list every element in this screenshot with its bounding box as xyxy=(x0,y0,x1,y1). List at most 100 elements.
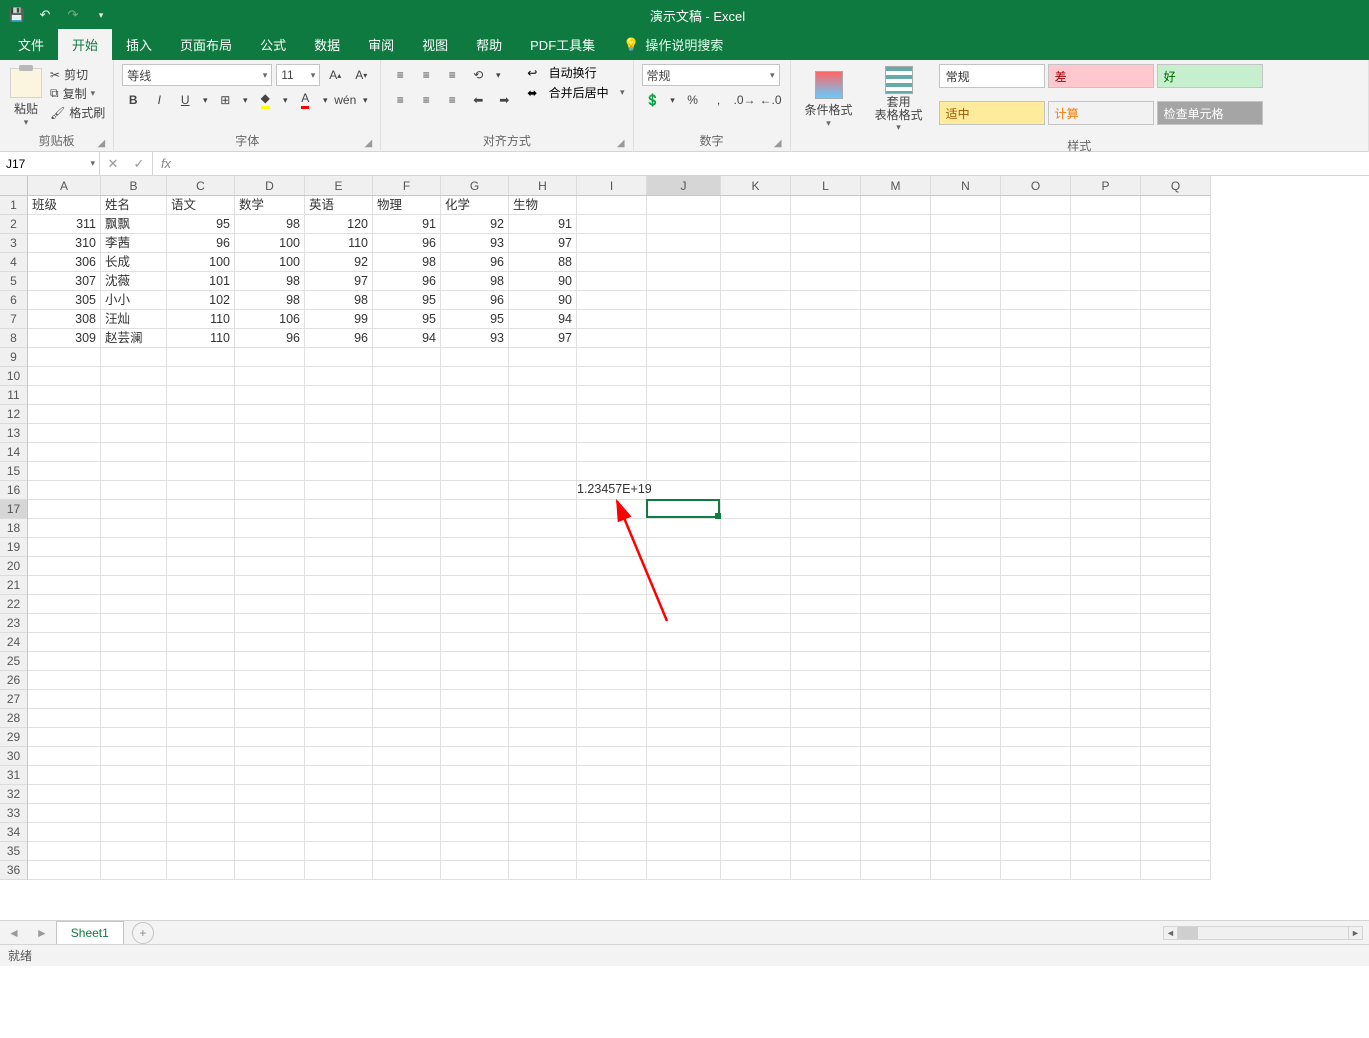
cell[interactable] xyxy=(791,519,861,538)
row-header[interactable]: 8 xyxy=(0,329,27,348)
launcher-icon[interactable]: ◢ xyxy=(774,138,782,149)
cell[interactable] xyxy=(861,633,931,652)
cell[interactable] xyxy=(441,367,509,386)
cell[interactable] xyxy=(647,462,721,481)
cell[interactable] xyxy=(931,652,1001,671)
cell[interactable] xyxy=(441,709,509,728)
cell[interactable]: 95 xyxy=(441,310,509,329)
cell[interactable] xyxy=(1141,500,1211,519)
cell[interactable] xyxy=(861,405,931,424)
cell[interactable] xyxy=(1001,196,1071,215)
cell[interactable] xyxy=(373,842,441,861)
cell[interactable] xyxy=(1071,766,1141,785)
cell[interactable] xyxy=(577,253,647,272)
sheet-nav-next-icon[interactable]: ► xyxy=(28,926,56,940)
cell[interactable] xyxy=(509,348,577,367)
cell[interactable]: 100 xyxy=(235,253,305,272)
cell[interactable] xyxy=(167,785,235,804)
cell[interactable]: 310 xyxy=(28,234,101,253)
row-header[interactable]: 21 xyxy=(0,576,27,595)
cell[interactable] xyxy=(721,272,791,291)
cell[interactable] xyxy=(1141,576,1211,595)
tab-data[interactable]: 数据 xyxy=(300,29,354,60)
cell[interactable] xyxy=(721,823,791,842)
cell[interactable] xyxy=(1141,709,1211,728)
row-header[interactable]: 33 xyxy=(0,804,27,823)
cell[interactable] xyxy=(167,500,235,519)
cell[interactable] xyxy=(647,481,721,500)
style-bad[interactable]: 差 xyxy=(1048,64,1154,88)
cell[interactable] xyxy=(1001,633,1071,652)
cell[interactable] xyxy=(577,386,647,405)
cell[interactable] xyxy=(28,747,101,766)
cell[interactable] xyxy=(101,614,167,633)
cell[interactable] xyxy=(1071,709,1141,728)
cell[interactable] xyxy=(861,861,931,880)
cell[interactable] xyxy=(305,709,373,728)
cell[interactable] xyxy=(931,234,1001,253)
cell[interactable] xyxy=(721,215,791,234)
cell[interactable] xyxy=(1071,215,1141,234)
cell[interactable] xyxy=(305,823,373,842)
row-header[interactable]: 25 xyxy=(0,652,27,671)
cell[interactable] xyxy=(167,709,235,728)
row-header[interactable]: 1 xyxy=(0,196,27,215)
cell[interactable] xyxy=(1071,519,1141,538)
cell[interactable] xyxy=(721,804,791,823)
cell[interactable] xyxy=(861,500,931,519)
cell[interactable] xyxy=(509,443,577,462)
cell[interactable] xyxy=(791,728,861,747)
cell[interactable] xyxy=(509,861,577,880)
cell[interactable] xyxy=(931,462,1001,481)
redo-icon[interactable]: ↷ xyxy=(62,4,84,26)
cell[interactable] xyxy=(861,652,931,671)
cell[interactable] xyxy=(1001,272,1071,291)
cell[interactable] xyxy=(1001,690,1071,709)
cell[interactable] xyxy=(791,196,861,215)
cell[interactable] xyxy=(101,785,167,804)
cell[interactable]: 95 xyxy=(373,291,441,310)
style-normal[interactable]: 常规 xyxy=(939,64,1045,88)
cell[interactable] xyxy=(373,861,441,880)
cell[interactable]: 306 xyxy=(28,253,101,272)
cell[interactable] xyxy=(1001,557,1071,576)
cell[interactable] xyxy=(167,595,235,614)
cell[interactable] xyxy=(861,823,931,842)
cell[interactable] xyxy=(305,671,373,690)
cell[interactable]: 96 xyxy=(167,234,235,253)
cell[interactable] xyxy=(791,595,861,614)
cell[interactable] xyxy=(577,443,647,462)
cell[interactable] xyxy=(235,538,305,557)
select-all-corner[interactable] xyxy=(0,176,28,196)
cell[interactable] xyxy=(791,576,861,595)
cell[interactable] xyxy=(721,633,791,652)
col-header[interactable]: E xyxy=(305,176,373,195)
cell[interactable] xyxy=(441,766,509,785)
cell[interactable] xyxy=(373,785,441,804)
cell[interactable] xyxy=(235,367,305,386)
cell[interactable] xyxy=(235,671,305,690)
cell[interactable] xyxy=(101,367,167,386)
cell[interactable] xyxy=(721,538,791,557)
cell[interactable] xyxy=(509,823,577,842)
bold-button[interactable]: B xyxy=(122,89,144,111)
cell[interactable] xyxy=(509,576,577,595)
orientation-caret[interactable]: ▾ xyxy=(493,64,503,86)
cell[interactable] xyxy=(931,424,1001,443)
style-good[interactable]: 好 xyxy=(1157,64,1263,88)
cell[interactable] xyxy=(373,424,441,443)
cell[interactable]: 96 xyxy=(235,329,305,348)
cell[interactable] xyxy=(441,595,509,614)
cell[interactable] xyxy=(791,215,861,234)
cell[interactable] xyxy=(861,766,931,785)
cell[interactable] xyxy=(373,576,441,595)
cell[interactable] xyxy=(1071,291,1141,310)
cell[interactable] xyxy=(1141,272,1211,291)
cell[interactable] xyxy=(101,823,167,842)
cell[interactable]: 98 xyxy=(441,272,509,291)
cell[interactable] xyxy=(791,367,861,386)
cell[interactable] xyxy=(647,728,721,747)
cell[interactable] xyxy=(791,424,861,443)
cell[interactable] xyxy=(931,253,1001,272)
cell[interactable] xyxy=(1071,500,1141,519)
